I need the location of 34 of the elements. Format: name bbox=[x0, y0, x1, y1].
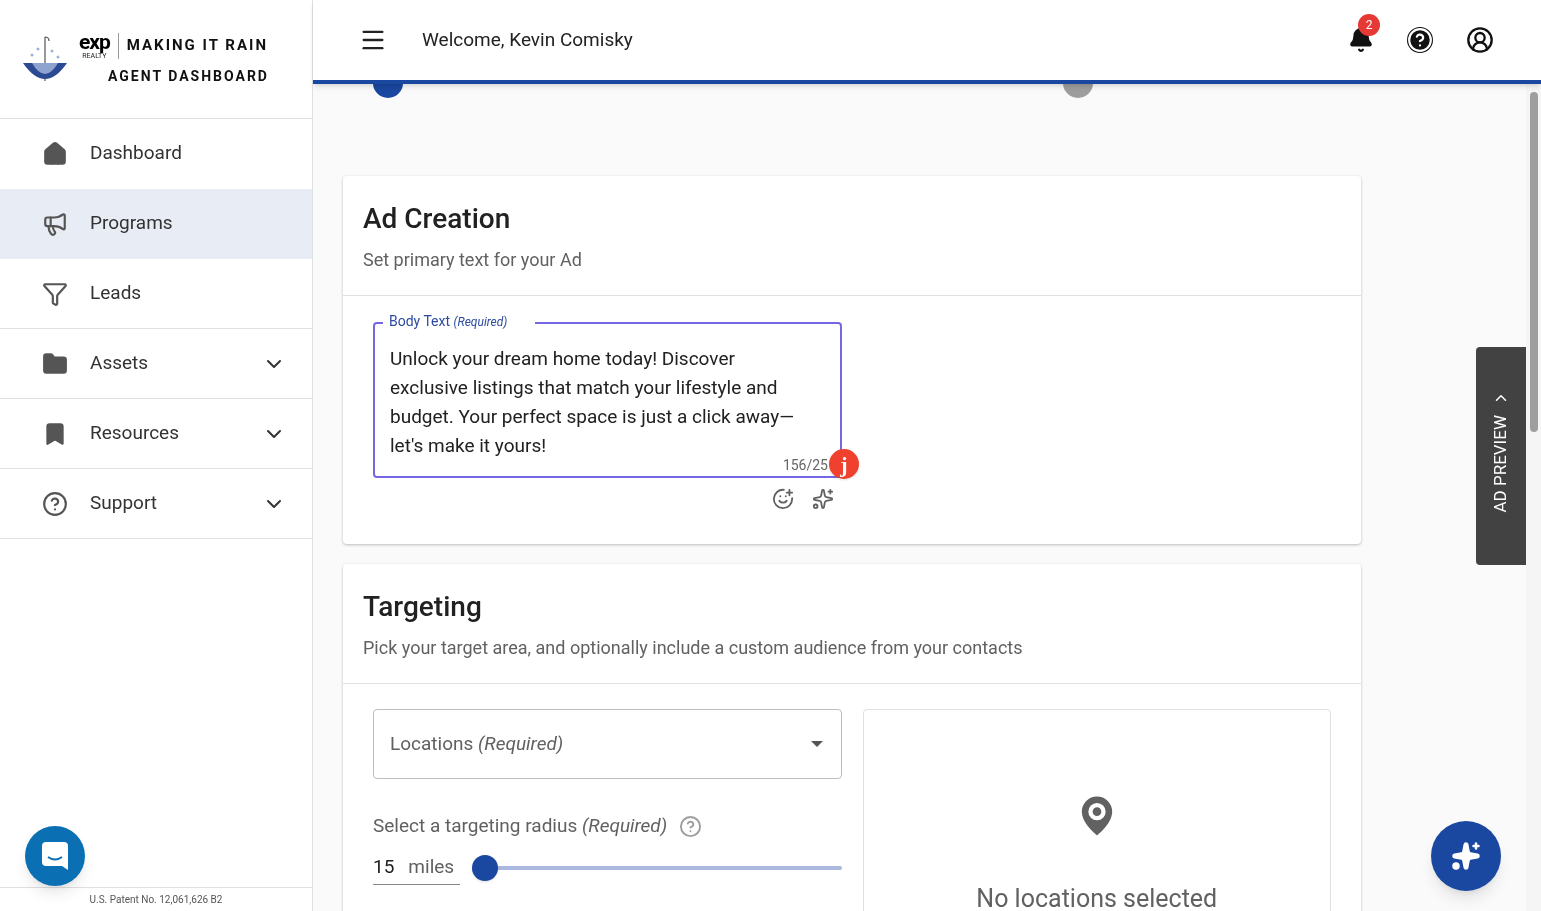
empty-locations-message: No locations selected bbox=[976, 883, 1218, 911]
radius-label: Select a targeting radius (Required) bbox=[373, 813, 668, 839]
sparkle-icon[interactable] bbox=[812, 488, 834, 510]
patent-notice: U.S. Patent No. 12,061,626 B2 bbox=[89, 893, 223, 907]
ad-preview-tab[interactable]: AD PREVIEW bbox=[1476, 347, 1526, 565]
ai-assistant-button[interactable] bbox=[1431, 821, 1501, 891]
slider-thumb[interactable] bbox=[472, 854, 498, 881]
umbrella-logo-icon bbox=[22, 35, 68, 83]
nav-icon bbox=[42, 490, 68, 517]
section-subtitle: Pick your target area, and optionally include a custom audience from your contacts bbox=[363, 636, 1024, 660]
sidebar-item[interactable]: Programs bbox=[0, 189, 312, 259]
nav-icon bbox=[42, 280, 68, 307]
character-counter: 156/25 bbox=[782, 457, 828, 473]
nav-icon bbox=[42, 210, 68, 237]
app-subtitle: AGENT DASHBOARD bbox=[108, 66, 269, 86]
welcome-text: Welcome, Kevin Comisky bbox=[422, 26, 634, 53]
brand-logo: exp bbox=[78, 31, 110, 53]
locations-select[interactable]: Locations (Required) bbox=[373, 709, 842, 779]
assistant-badge[interactable]: j bbox=[829, 449, 859, 479]
notification-count: 2 bbox=[1358, 14, 1380, 36]
chat-bubble-icon bbox=[42, 842, 68, 870]
section-title: Ad Creation bbox=[363, 201, 512, 237]
section-subtitle: Set primary text for your Ad bbox=[363, 248, 583, 272]
app-title: MAKING IT RAIN bbox=[126, 35, 269, 57]
nav-icon bbox=[42, 350, 68, 377]
section-title: Targeting bbox=[363, 589, 483, 625]
emoji-add-icon[interactable] bbox=[772, 488, 794, 510]
account-icon[interactable] bbox=[1466, 26, 1494, 54]
sparkle-icon bbox=[1451, 841, 1481, 871]
dropdown-caret-icon bbox=[810, 741, 823, 747]
radius-input[interactable]: 15 miles bbox=[373, 850, 460, 885]
nav-icon bbox=[42, 140, 68, 167]
radius-slider[interactable] bbox=[472, 854, 842, 881]
scrollbar-thumb[interactable] bbox=[1529, 92, 1538, 432]
